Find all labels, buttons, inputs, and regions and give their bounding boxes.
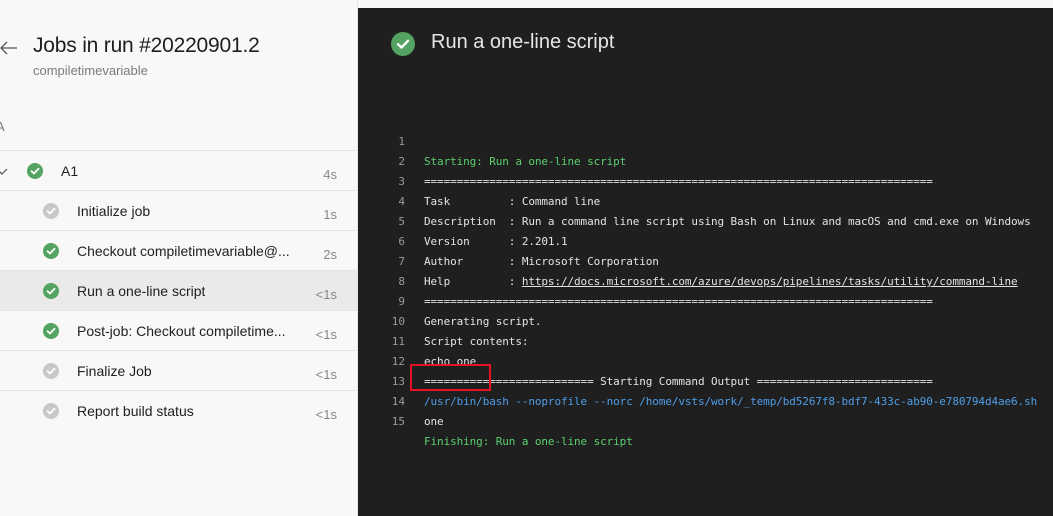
success-check-icon (43, 243, 59, 259)
step-duration: 2s (323, 247, 337, 262)
step-duration: <1s (315, 367, 337, 382)
step-duration: <1s (315, 287, 337, 302)
log-line: 5 Version : 2.201.1 (358, 192, 1053, 248)
step-row[interactable]: Post-job: Checkout compiletime... <1s (0, 311, 357, 351)
log-title: Run a one-line script (431, 31, 615, 53)
job-row-a1[interactable]: A1 4s (0, 151, 357, 191)
log-line: 2 ======================================… (358, 132, 1053, 188)
log-line: 10 Script contents: (358, 292, 1053, 348)
job-name: A1 (61, 163, 79, 179)
step-duration: <1s (315, 327, 337, 342)
annotation-highlight-box (410, 364, 491, 391)
success-check-icon (27, 163, 43, 179)
back-button[interactable] (0, 36, 22, 60)
job-list: A1 4s Initialize job 1s Checkout compile… (0, 151, 357, 431)
step-name: Finalize Job (77, 363, 152, 379)
job-duration: 4s (323, 167, 337, 182)
line-number[interactable]: 15 (378, 412, 405, 432)
log-text: Finishing: Run a one-line script (424, 435, 633, 448)
success-check-icon (43, 283, 59, 299)
arrow-left-icon (0, 41, 17, 55)
log-line: 9 Generating script. (358, 272, 1053, 328)
success-grey-check-icon (43, 203, 59, 219)
step-name: Post-job: Checkout compiletime... (77, 323, 286, 339)
log-text: one (424, 415, 444, 428)
success-grey-check-icon (43, 363, 59, 379)
log-line: 1 Starting: Run a one-line script (358, 112, 1053, 168)
stage-label: A (0, 119, 5, 134)
log-line: 11 echo one (358, 312, 1053, 368)
step-row[interactable]: Report build status <1s (0, 391, 357, 431)
step-name: Checkout compiletimevariable@... (77, 243, 290, 259)
step-name: Report build status (77, 403, 194, 419)
step-row[interactable]: Checkout compiletimevariable@... 2s (0, 231, 357, 271)
pipeline-name: compiletimevariable (33, 63, 148, 78)
chevron-down-icon[interactable] (0, 165, 8, 177)
page-title: Jobs in run #20220901.2 (33, 34, 260, 57)
step-name: Initialize job (77, 203, 151, 219)
log-line: 3 Task : Command line (358, 152, 1053, 208)
log-line: 12 ========================== Starting C… (358, 332, 1053, 388)
pipeline-run-view: Jobs in run #20220901.2 compiletimevaria… (0, 0, 1053, 516)
success-check-icon (391, 32, 415, 56)
success-grey-check-icon (43, 403, 59, 419)
step-duration: <1s (315, 407, 337, 422)
jobs-panel: Jobs in run #20220901.2 compiletimevaria… (0, 0, 358, 516)
step-row-selected[interactable]: Run a one-line script <1s (0, 271, 357, 311)
success-check-icon (43, 323, 59, 339)
step-name: Run a one-line script (77, 283, 206, 299)
step-row[interactable]: Finalize Job <1s (0, 351, 357, 391)
step-row[interactable]: Initialize job 1s (0, 191, 357, 231)
log-line: 6 Author : Microsoft Corporation (358, 212, 1053, 268)
log-line: 8 ======================================… (358, 252, 1053, 308)
step-duration: 1s (323, 207, 337, 222)
log-line: 15 Finishing: Run a one-line script (358, 392, 1053, 448)
log-line: 4 Description : Run a command line scrip… (358, 172, 1053, 228)
log-line: 7 Help : https://docs.microsoft.com/azur… (358, 232, 1053, 288)
log-panel: Run a one-line script 1 Starting: Run a … (358, 8, 1053, 516)
